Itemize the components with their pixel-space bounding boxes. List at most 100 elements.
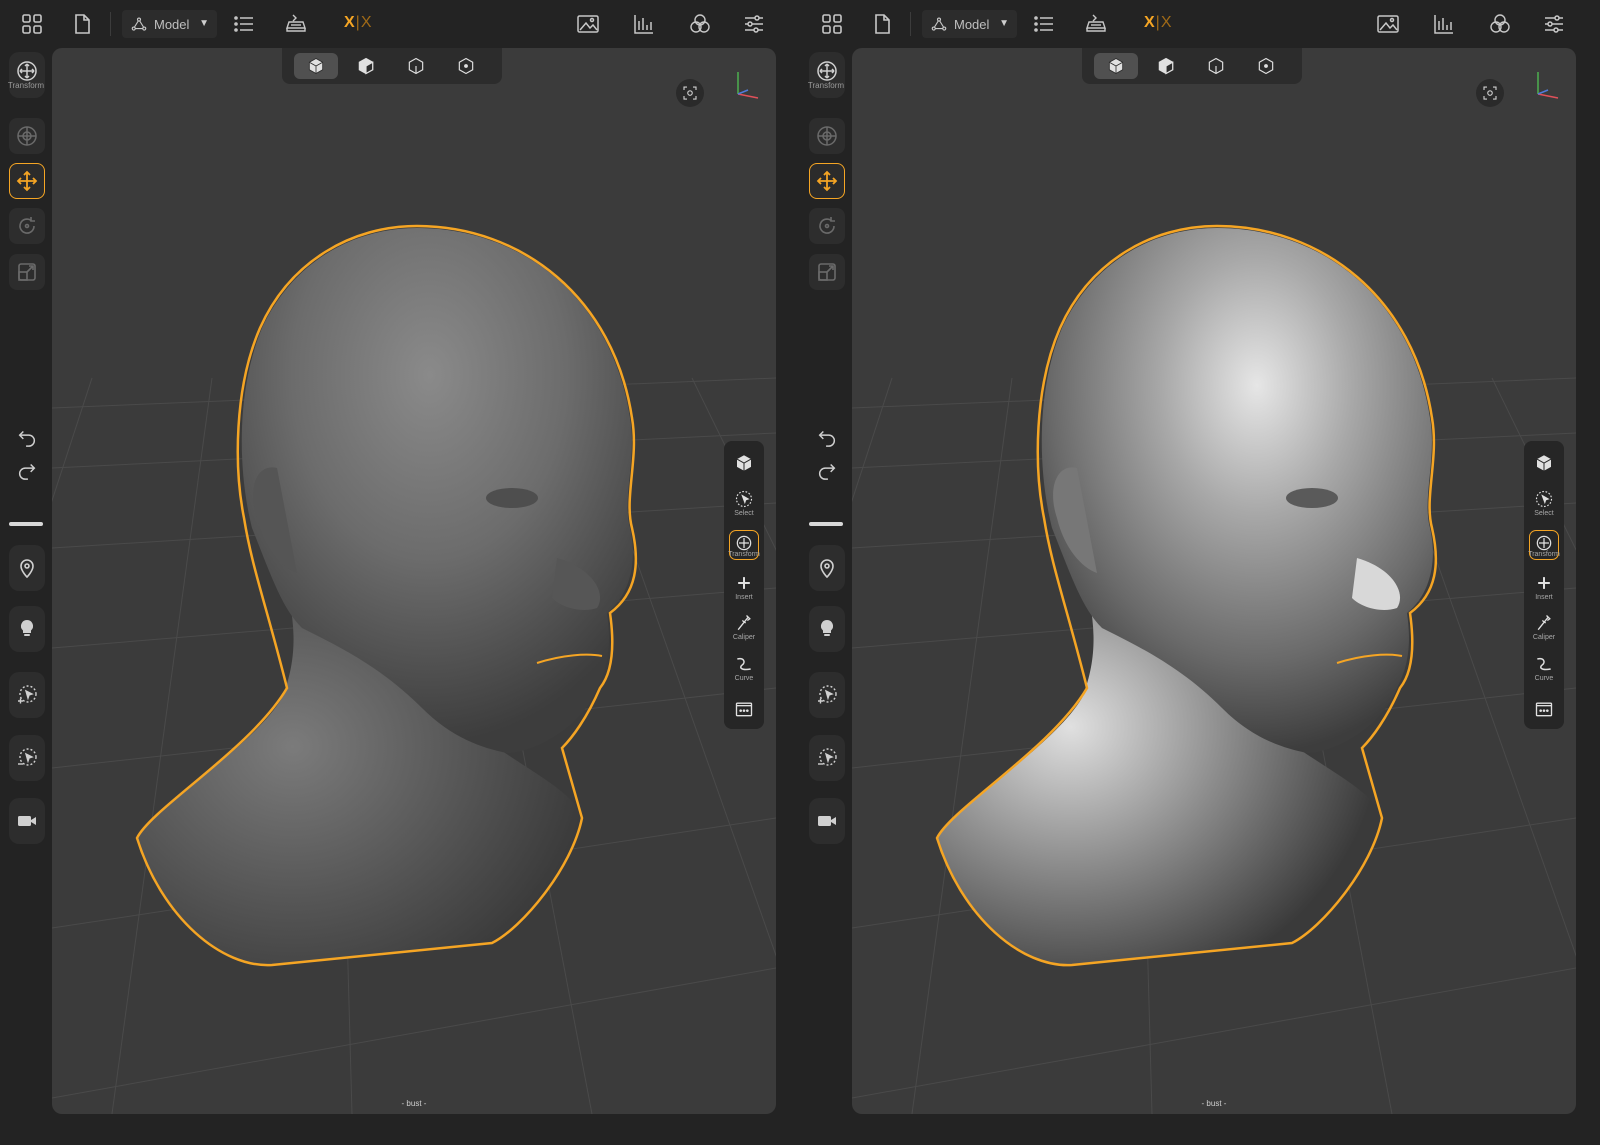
3d-viewport[interactable]: Select Transform Insert Caliper Curve - … — [52, 48, 776, 1114]
gizmo-icon — [817, 126, 837, 146]
object-tool[interactable] — [724, 443, 764, 483]
undo-icon[interactable] — [13, 423, 41, 451]
select-subtract-icon — [18, 748, 37, 766]
move-arrows-icon — [16, 170, 38, 192]
camera-button[interactable] — [9, 798, 45, 844]
focus-selection-button[interactable] — [1476, 79, 1504, 107]
grid-menu-icon[interactable] — [818, 10, 846, 38]
symmetry-toggle[interactable]: X|X — [1144, 14, 1173, 32]
outliner-list-icon[interactable] — [230, 10, 258, 38]
move-tool-button[interactable] — [809, 163, 845, 199]
curve-tool[interactable]: Curve — [724, 648, 764, 688]
mode-dropdown[interactable]: Model ▼ — [922, 10, 1017, 38]
model-mode-icon — [131, 17, 147, 31]
view-shaded-button[interactable] — [344, 53, 388, 79]
view-shaded-button[interactable] — [1144, 53, 1188, 79]
scale-tool-button[interactable] — [9, 254, 45, 290]
axis-gizmo-icon[interactable] — [732, 68, 762, 102]
file-icon[interactable] — [68, 10, 96, 38]
materials-icon[interactable] — [686, 10, 714, 38]
subtract-selection-button[interactable] — [9, 735, 45, 781]
settings-sliders-icon[interactable] — [1540, 10, 1568, 38]
symmetry-toggle[interactable]: X|X — [344, 14, 373, 32]
transform-tool[interactable]: Transform — [1524, 525, 1564, 565]
object-tool[interactable] — [1524, 443, 1564, 483]
pin-button[interactable] — [9, 545, 45, 591]
view-points-button[interactable] — [1244, 53, 1288, 79]
more-tools[interactable] — [724, 689, 764, 729]
grid-menu-icon[interactable] — [18, 10, 46, 38]
mode-dropdown[interactable]: Model ▼ — [122, 10, 217, 38]
right-toolbar: Select Transform Insert Caliper Curve — [724, 441, 764, 729]
eye — [486, 488, 538, 508]
add-selection-button[interactable] — [809, 672, 845, 718]
transform-label: Transform — [7, 81, 45, 90]
object-name-status: - bust - — [1201, 1099, 1227, 1108]
outliner-list-icon[interactable] — [1030, 10, 1058, 38]
materials-icon[interactable] — [1486, 10, 1514, 38]
lighting-button[interactable] — [809, 606, 845, 652]
move-tool-button[interactable] — [9, 163, 45, 199]
stats-chart-icon[interactable] — [630, 10, 658, 38]
cube-points-icon — [458, 57, 474, 75]
mode-label: Model — [954, 16, 990, 32]
view-solid-button[interactable] — [1094, 53, 1138, 79]
view-solid-button[interactable] — [294, 53, 338, 79]
cube-icon — [736, 454, 752, 472]
curve-tool[interactable]: Curve — [1524, 648, 1564, 688]
view-wireframe-button[interactable] — [394, 53, 438, 79]
more-tools[interactable] — [1524, 689, 1564, 729]
settings-sliders-icon[interactable] — [740, 10, 768, 38]
video-camera-icon — [18, 816, 36, 826]
cube-shaded-icon — [1158, 57, 1174, 75]
print-tool-icon[interactable] — [1082, 10, 1110, 38]
insert-tool[interactable]: Insert — [1524, 567, 1564, 607]
insert-tool-label: Insert — [1535, 594, 1553, 601]
transform-mode-button[interactable] — [9, 52, 45, 98]
model-mode-icon — [931, 17, 947, 31]
select-tool[interactable]: Select — [1524, 483, 1564, 523]
transform-icon — [736, 535, 752, 550]
universal-gizmo-button[interactable] — [809, 118, 845, 154]
3d-viewport[interactable]: Select Transform Insert Caliper Curve - … — [852, 48, 1576, 1114]
camera-button[interactable] — [809, 798, 845, 844]
add-selection-button[interactable] — [9, 672, 45, 718]
rotate-tool-button[interactable] — [9, 208, 45, 244]
view-mode-bar — [282, 48, 502, 84]
insert-tool[interactable]: Insert — [724, 567, 764, 607]
more-icon — [1535, 702, 1553, 717]
image-icon[interactable] — [1374, 10, 1402, 38]
file-icon[interactable] — [868, 10, 896, 38]
subtract-selection-button[interactable] — [809, 735, 845, 781]
axis-gizmo-icon[interactable] — [1532, 68, 1562, 102]
focus-selection-button[interactable] — [676, 79, 704, 107]
universal-gizmo-button[interactable] — [9, 118, 45, 154]
left-sidebar: Transform — [800, 48, 852, 1145]
stats-chart-icon[interactable] — [1430, 10, 1458, 38]
left-pane: Model ▼ X|X Transform Select Transform I… — [0, 0, 800, 1145]
redo-icon[interactable] — [813, 456, 841, 484]
caliper-tool[interactable]: Caliper — [724, 607, 764, 647]
sidebar-divider — [9, 522, 43, 526]
transform-tool[interactable]: Transform — [724, 525, 764, 565]
object-name-status: - bust - — [401, 1099, 427, 1108]
undo-icon[interactable] — [813, 423, 841, 451]
select-tool[interactable]: Select — [724, 483, 764, 523]
image-icon[interactable] — [574, 10, 602, 38]
bust-scene — [852, 224, 1576, 1114]
lighting-button[interactable] — [9, 606, 45, 652]
print-tool-icon[interactable] — [282, 10, 310, 38]
view-points-button[interactable] — [444, 53, 488, 79]
caliper-tool[interactable]: Caliper — [1524, 607, 1564, 647]
scale-tool-button[interactable] — [809, 254, 845, 290]
pin-button[interactable] — [809, 545, 845, 591]
redo-icon[interactable] — [13, 456, 41, 484]
curve-icon — [737, 657, 751, 671]
chevron-down-icon: ▼ — [999, 18, 1009, 29]
rotate-tool-button[interactable] — [809, 208, 845, 244]
select-add-icon — [18, 685, 37, 704]
view-wireframe-button[interactable] — [1194, 53, 1238, 79]
transform-gizmo-icon — [817, 61, 837, 81]
insert-icon — [738, 577, 750, 589]
transform-mode-button[interactable] — [809, 52, 845, 98]
